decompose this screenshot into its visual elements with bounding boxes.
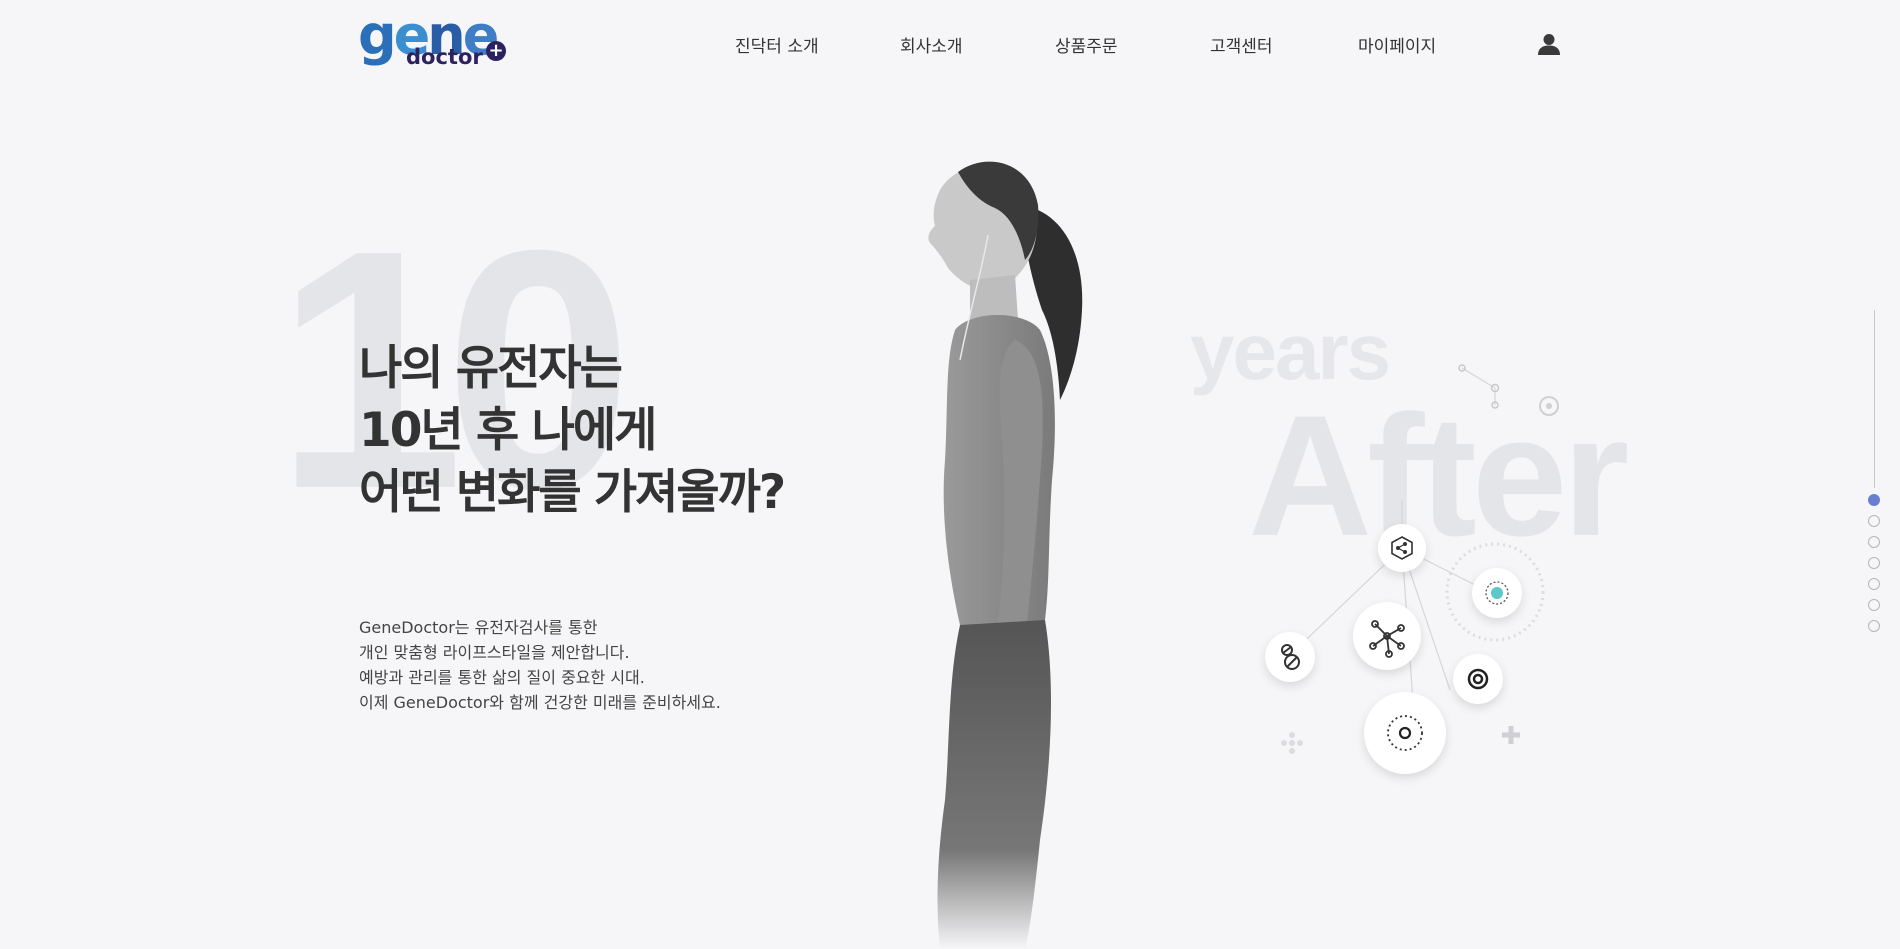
pager-dot[interactable] [1868, 620, 1880, 632]
headline-line: 나의 유전자는 [359, 341, 623, 396]
network-node-dotted-circle-icon [1364, 692, 1446, 774]
nav-item-order[interactable]: 상품주문 [1055, 32, 1118, 57]
headline-line: 10년 후 나에게 [359, 403, 657, 458]
pager-line [1874, 310, 1875, 488]
description-line: 예방과 관리를 통한 삶의 질이 중요한 시대. [359, 668, 645, 687]
pager-dot[interactable] [1868, 578, 1880, 590]
nav-item-intro[interactable]: 진닥터 소개 [735, 32, 819, 57]
pager-dot[interactable] [1868, 599, 1880, 611]
network-node-ring-icon [1453, 654, 1503, 704]
pager-dot[interactable] [1868, 515, 1880, 527]
nav-item-support[interactable]: 고객센터 [1210, 32, 1273, 57]
network-node-pill-icon [1265, 632, 1315, 682]
nav-item-company[interactable]: 회사소개 [900, 32, 963, 57]
hero-description: GeneDoctor는 유전자검사를 통한 개인 맞춤형 라이프스타일을 제안합… [359, 615, 721, 715]
pager-dot[interactable] [1868, 536, 1880, 548]
pager-dot[interactable] [1868, 494, 1880, 506]
hero-woman-image [928, 161, 1083, 949]
description-line: 개인 맞춤형 라이프스타일을 제안합니다. [359, 643, 630, 662]
header: gene doctor + 진닥터 소개 회사소개 상품주문 고객센터 마이페이… [0, 0, 1900, 90]
network-node-hexagon-icon [1378, 524, 1426, 572]
pager-dot[interactable] [1868, 557, 1880, 569]
description-line: GeneDoctor는 유전자검사를 통한 [359, 618, 598, 637]
hero-headline: 나의 유전자는 10년 후 나에게 어떤 변화를 가져올까? [359, 338, 786, 524]
user-icon[interactable] [1537, 33, 1561, 55]
network-node-teal-target-icon [1472, 568, 1522, 618]
main-nav: 진닥터 소개 회사소개 상품주문 고객센터 마이페이지 [0, 32, 1900, 57]
section-pager [1868, 494, 1882, 641]
headline-line: 어떤 변화를 가져올까? [359, 465, 786, 520]
network-node-molecule-icon [1353, 602, 1421, 670]
nav-item-mypage[interactable]: 마이페이지 [1358, 32, 1436, 57]
description-line: 이제 GeneDoctor와 함께 건강한 미래를 준비하세요. [359, 693, 721, 712]
